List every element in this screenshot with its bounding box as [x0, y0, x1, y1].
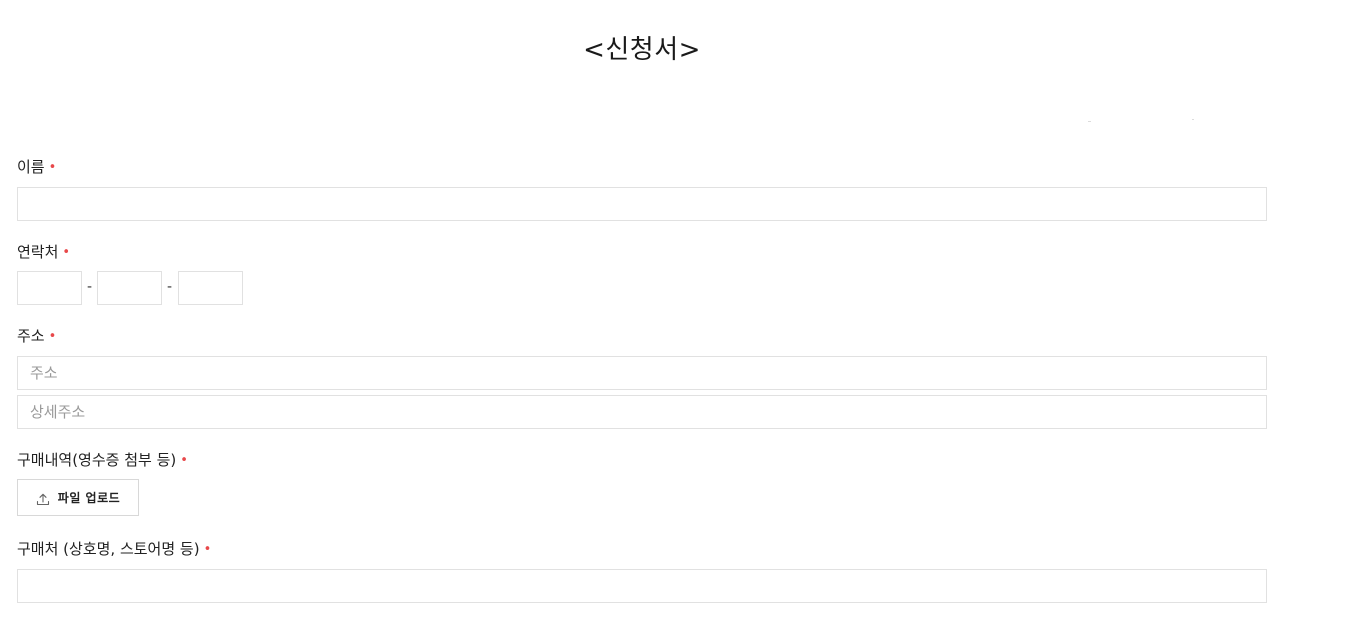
address-label-text: 주소 — [17, 327, 45, 345]
phone-part-1-box — [17, 271, 82, 305]
form-title: <신청서> — [583, 35, 701, 65]
phone-separator: - — [167, 279, 173, 295]
required-indicator: • — [180, 453, 188, 468]
file-upload-label: 파일 업로드 — [57, 491, 121, 505]
phone-part-3-box — [178, 271, 243, 305]
name-field-box — [17, 187, 1267, 221]
upload-icon — [36, 491, 50, 505]
phone-part-1-input[interactable] — [18, 272, 81, 304]
phone-separator: - — [87, 279, 93, 295]
address-detail-input[interactable] — [18, 396, 1266, 428]
purchase-place-input[interactable] — [18, 570, 1266, 602]
required-indicator: • — [48, 329, 57, 344]
purchase-place-field-box — [17, 569, 1267, 603]
decorative-speck — [1088, 121, 1091, 122]
phone-part-3-input[interactable] — [179, 272, 242, 304]
contact-label-text: 연락처 — [17, 243, 59, 261]
purchase-history-label-text: 구매내역(영수증 첨부 등) — [17, 451, 177, 469]
name-label: 이름 • — [17, 157, 56, 178]
name-label-text: 이름 — [17, 158, 45, 176]
required-indicator: • — [62, 245, 71, 260]
application-form-page: <신청서> 이름• 연락처• - - 주소• 구매내역(영수증 첨부 등)• — [0, 0, 1358, 617]
address-label: 주소 • — [17, 326, 56, 347]
contact-label: 연락처 • — [17, 242, 70, 263]
decorative-speck — [1192, 119, 1194, 120]
address-detail-field-box — [17, 395, 1267, 429]
name-input[interactable] — [18, 188, 1266, 220]
address-input[interactable] — [18, 357, 1266, 389]
phone-part-2-box — [97, 271, 162, 305]
purchase-place-label: 구매처 (상호명, 스토어명 등) • — [17, 539, 211, 560]
required-indicator: • — [203, 542, 212, 557]
address-field-box — [17, 356, 1267, 390]
phone-part-2-input[interactable] — [98, 272, 161, 304]
purchase-history-label: 구매내역(영수증 첨부 등) • — [17, 450, 188, 471]
purchase-place-label-text: 구매처 (상호명, 스토어명 등) — [17, 540, 200, 558]
file-upload-button[interactable]: 파일 업로드 — [17, 479, 139, 516]
required-indicator: • — [48, 160, 57, 175]
